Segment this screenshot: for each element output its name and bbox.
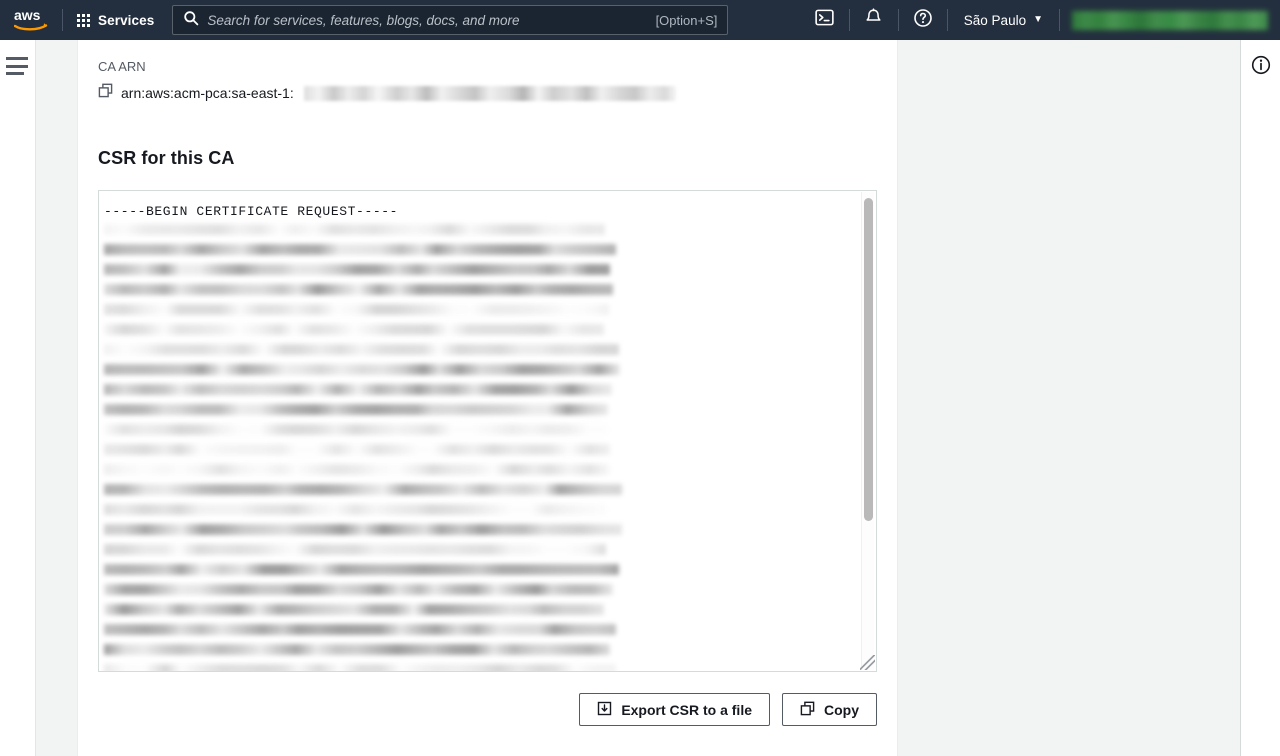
info-panel — [1241, 40, 1280, 756]
csr-redacted-line — [104, 304, 609, 315]
export-csr-button[interactable]: Export CSR to a file — [579, 693, 770, 726]
ca-arn-redacted-value — [303, 85, 676, 101]
csr-begin-line: -----BEGIN CERTIFICATE REQUEST----- — [104, 204, 399, 219]
csr-textarea[interactable]: -----BEGIN CERTIFICATE REQUEST----- — [98, 190, 877, 672]
region-label: São Paulo — [963, 12, 1027, 28]
copy-icon[interactable] — [98, 83, 113, 103]
notifications-button[interactable] — [850, 0, 898, 40]
nav-divider — [1059, 9, 1060, 31]
csr-scrollbar[interactable] — [861, 192, 874, 670]
account-menu-redacted[interactable] — [1072, 10, 1268, 30]
csr-redacted-line — [104, 264, 610, 275]
search-input[interactable] — [207, 12, 648, 28]
csr-redacted-line — [104, 524, 622, 535]
csr-redacted-line — [104, 424, 608, 435]
copy-csr-label: Copy — [824, 701, 859, 718]
ca-arn-value: arn:aws:acm-pca:sa-east-1: — [121, 85, 294, 101]
search-shortcut-hint: [Option+S] — [655, 12, 718, 28]
ca-arn-row: arn:aws:acm-pca:sa-east-1: — [98, 83, 877, 103]
content-card: CA ARN arn:aws:acm-pca:sa-east-1: CSR fo… — [77, 40, 898, 756]
csr-redacted-line — [104, 544, 606, 555]
csr-redacted-line — [104, 364, 620, 375]
services-menu-label: Services — [98, 12, 155, 28]
csr-actions: Export CSR to a file Copy — [98, 693, 877, 726]
csr-redacted-body — [104, 224, 859, 671]
chevron-down-icon: ▼ — [1033, 14, 1043, 25]
csr-redacted-line — [104, 344, 619, 355]
download-icon — [597, 701, 612, 719]
csr-redacted-line — [104, 224, 605, 235]
csr-redacted-line — [104, 504, 607, 515]
csr-content: -----BEGIN CERTIFICATE REQUEST----- — [99, 191, 859, 671]
csr-redacted-line — [104, 444, 610, 455]
csr-redacted-line — [104, 464, 610, 475]
csr-redacted-line — [104, 404, 608, 415]
region-selector[interactable]: São Paulo ▼ — [948, 0, 1059, 40]
csr-redacted-line — [104, 644, 610, 655]
svg-text:aws: aws — [14, 8, 41, 23]
cloudshell-icon — [815, 8, 834, 32]
sidebar-rail — [0, 40, 36, 756]
csr-scrollbar-thumb[interactable] — [864, 198, 873, 521]
csr-redacted-line — [104, 384, 612, 395]
csr-redacted-line — [104, 584, 613, 595]
aws-logo[interactable]: aws — [0, 0, 62, 40]
csr-redacted-line — [104, 664, 616, 671]
copy-csr-button[interactable]: Copy — [782, 693, 877, 726]
hamburger-icon[interactable] — [6, 57, 28, 75]
help-button[interactable] — [899, 0, 947, 40]
content-area: CA ARN arn:aws:acm-pca:sa-east-1: CSR fo… — [36, 40, 1241, 756]
csr-redacted-line — [104, 604, 604, 615]
bell-icon — [864, 8, 883, 32]
ca-arn-label: CA ARN — [98, 59, 146, 74]
csr-redacted-line — [104, 284, 613, 295]
csr-section-title: CSR for this CA — [98, 148, 235, 168]
nav-right-cluster: São Paulo ▼ — [801, 0, 1280, 40]
info-circle-icon[interactable] — [1250, 54, 1272, 76]
services-menu-button[interactable]: Services — [63, 0, 166, 40]
top-navigation-bar: aws Services [Option+S] — [0, 0, 1280, 40]
csr-redacted-line — [104, 564, 619, 575]
csr-redacted-line — [104, 484, 622, 495]
csr-redacted-line — [104, 624, 616, 635]
global-search-bar[interactable]: [Option+S] — [172, 5, 729, 35]
help-circle-icon — [913, 8, 933, 33]
grid-icon — [77, 13, 90, 27]
export-csr-label: Export CSR to a file — [621, 701, 752, 718]
search-icon — [183, 10, 199, 31]
csr-redacted-line — [104, 324, 604, 335]
csr-redacted-line — [104, 244, 616, 255]
page-body: CA ARN arn:aws:acm-pca:sa-east-1: CSR fo… — [0, 40, 1280, 756]
resize-grip[interactable] — [860, 655, 875, 670]
cloudshell-button[interactable] — [801, 0, 849, 40]
copy-icon — [800, 701, 815, 719]
